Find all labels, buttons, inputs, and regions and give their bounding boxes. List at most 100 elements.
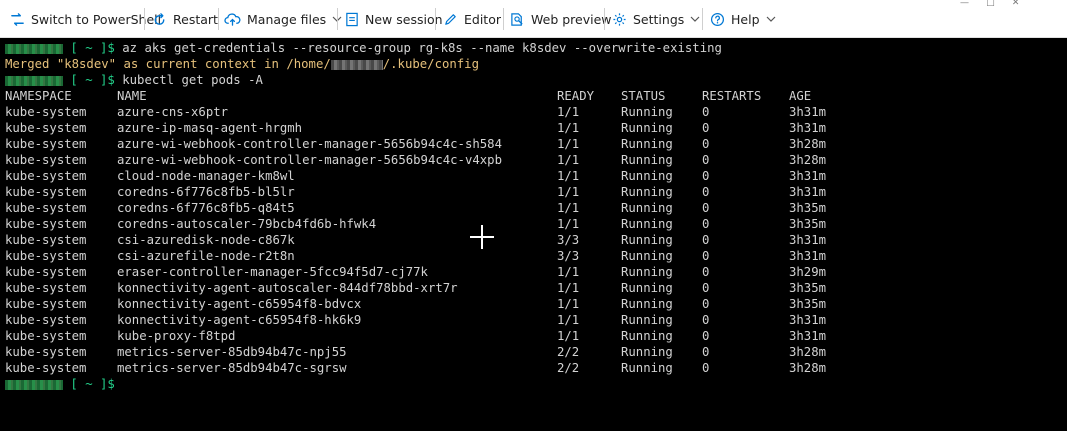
help-dropdown[interactable]: Help — [710, 9, 776, 29]
table-cell: kube-system — [5, 137, 87, 151]
table-cell: kube-proxy-f8tpd — [117, 329, 236, 343]
table-cell: Running — [621, 297, 673, 311]
table-cell: kube-system — [5, 313, 87, 327]
table-cell: Running — [621, 361, 673, 375]
new-session-button[interactable]: New session — [345, 9, 443, 29]
help-label: Help — [731, 11, 760, 27]
table-cell: 3h28m — [789, 361, 827, 375]
gear-icon — [613, 12, 626, 26]
restart-button[interactable]: Restart — [152, 9, 218, 29]
table-cell: 3h35m — [789, 217, 827, 231]
table-cell: 1/1 — [557, 153, 580, 167]
table-cell: 3/3 — [557, 233, 580, 247]
table-cell: 0 — [702, 233, 710, 247]
table-cell: Running — [621, 281, 673, 295]
table-cell: kube-system — [5, 361, 87, 375]
table-cell: 0 — [702, 361, 710, 375]
table-cell: Running — [621, 137, 673, 151]
table-cell: 1/1 — [557, 137, 580, 151]
table-cell: kube-system — [5, 265, 87, 279]
help-icon — [710, 12, 725, 26]
table-cell: 3h31m — [789, 329, 827, 343]
command-text: kubectl get pods -A — [122, 73, 263, 87]
table-cell: Running — [621, 105, 673, 119]
table-row: kube-system konnectivity-agent-c65954f8-h… — [5, 312, 1065, 328]
table-cell: 3h35m — [789, 297, 827, 311]
merged-text: Merged "k8sdev" as current context in /h… — [5, 57, 331, 71]
pencil-icon — [445, 13, 456, 25]
table-cell: Running — [621, 233, 673, 247]
switch-to-powershell-button[interactable]: Switch to PowerShell — [10, 9, 161, 29]
header-cell: READY — [557, 89, 595, 103]
prompt: [ ~ ]$ — [70, 41, 115, 55]
toolbar-divider — [604, 8, 605, 30]
table-cell: kube-system — [5, 105, 87, 119]
table-cell: 1/1 — [557, 169, 580, 183]
header-cell: NAME — [117, 89, 147, 103]
web-preview-icon — [511, 12, 523, 26]
table-cell: 0 — [702, 137, 710, 151]
table-cell: 0 — [702, 265, 710, 279]
table-cell: Running — [621, 345, 673, 359]
table-cell: Running — [621, 185, 673, 199]
table-cell: 1/1 — [557, 297, 580, 311]
toolbar-divider — [702, 8, 703, 30]
table-cell: Running — [621, 201, 673, 215]
terminal-output[interactable]: [ ~ ]$ az aks get-credentials --resource… — [5, 40, 1065, 392]
table-cell: 1/1 — [557, 105, 580, 119]
table-cell: 3h28m — [789, 153, 827, 167]
table-cell: kube-system — [5, 217, 87, 231]
table-cell: 1/1 — [557, 121, 580, 135]
prompt: [ ~ ]$ — [70, 377, 115, 391]
editor-button[interactable]: Editor — [443, 9, 501, 29]
table-cell: azure-wi-webhook-controller-manager-5656… — [117, 137, 502, 151]
header-cell: RESTARTS — [702, 89, 762, 103]
table-cell: metrics-server-85db94b47c-npj55 — [117, 345, 347, 359]
table-cell: Running — [621, 153, 673, 167]
table-cell: 2/2 — [557, 361, 580, 375]
table-header: NAMESPACE NAME READY STATUS RESTARTS AGE — [5, 88, 1065, 104]
manage-files-label: Manage files — [247, 11, 327, 27]
table-row: kube-system coredns-6f776c8fb5-bl5lr 1/1 Ru… — [5, 184, 1065, 200]
prompt: [ ~ ]$ — [70, 73, 115, 87]
table-cell: 0 — [702, 201, 710, 215]
table-row: kube-system eraser-controller-manager-5fc… — [5, 264, 1065, 280]
table-cell: konnectivity-agent-c65954f8-hk6k9 — [117, 313, 362, 327]
table-row: kube-system azure-ip-masq-agent-hrgmh 1/1 R… — [5, 120, 1065, 136]
table-cell: kube-system — [5, 153, 87, 167]
table-cell: Running — [621, 121, 673, 135]
toolbar-divider — [503, 8, 504, 30]
table-cell: 0 — [702, 313, 710, 327]
table-cell: kube-system — [5, 345, 87, 359]
web-preview-button[interactable]: Web preview — [510, 9, 612, 29]
table-cell: kube-system — [5, 281, 87, 295]
table-cell: 3h31m — [789, 105, 827, 119]
restart-icon — [154, 12, 165, 25]
editor-label: Editor — [464, 11, 501, 27]
window-controls: — □ ✕ — [960, 0, 1020, 8]
new-session-label: New session — [365, 11, 443, 27]
header-cell: NAMESPACE — [5, 89, 72, 103]
settings-label: Settings — [633, 11, 685, 27]
toolbar-divider — [144, 8, 145, 30]
settings-dropdown[interactable]: Settings — [612, 9, 700, 29]
table-row: kube-system coredns-autoscaler-79bcb4fd6b… — [5, 216, 1065, 232]
table-cell: kube-system — [5, 169, 87, 183]
terminal-line-prompt: [ ~ ]$ — [5, 376, 1065, 392]
header-cell: STATUS — [621, 89, 666, 103]
chevron-down-icon — [690, 16, 700, 22]
toolbar-divider — [337, 8, 338, 30]
table-cell: kube-system — [5, 249, 87, 263]
table-cell: 1/1 — [557, 201, 580, 215]
table-cell: 3h31m — [789, 185, 827, 199]
manage-files-dropdown[interactable]: Manage files — [224, 9, 342, 29]
table-cell: azure-cns-x6ptr — [117, 105, 229, 119]
table-cell: Running — [621, 217, 673, 231]
table-row: kube-system metrics-server-85db94b47c-sgr… — [5, 360, 1065, 376]
table-cell: 0 — [702, 329, 710, 343]
table-cell: 1/1 — [557, 329, 580, 343]
table-cell: 1/1 — [557, 313, 580, 327]
switch-to-powershell-label: Switch to PowerShell — [31, 11, 162, 27]
table-row: kube-system konnectivity-agent-autoscaler… — [5, 280, 1065, 296]
table-row: kube-system konnectivity-agent-c65954f8-b… — [5, 296, 1065, 312]
